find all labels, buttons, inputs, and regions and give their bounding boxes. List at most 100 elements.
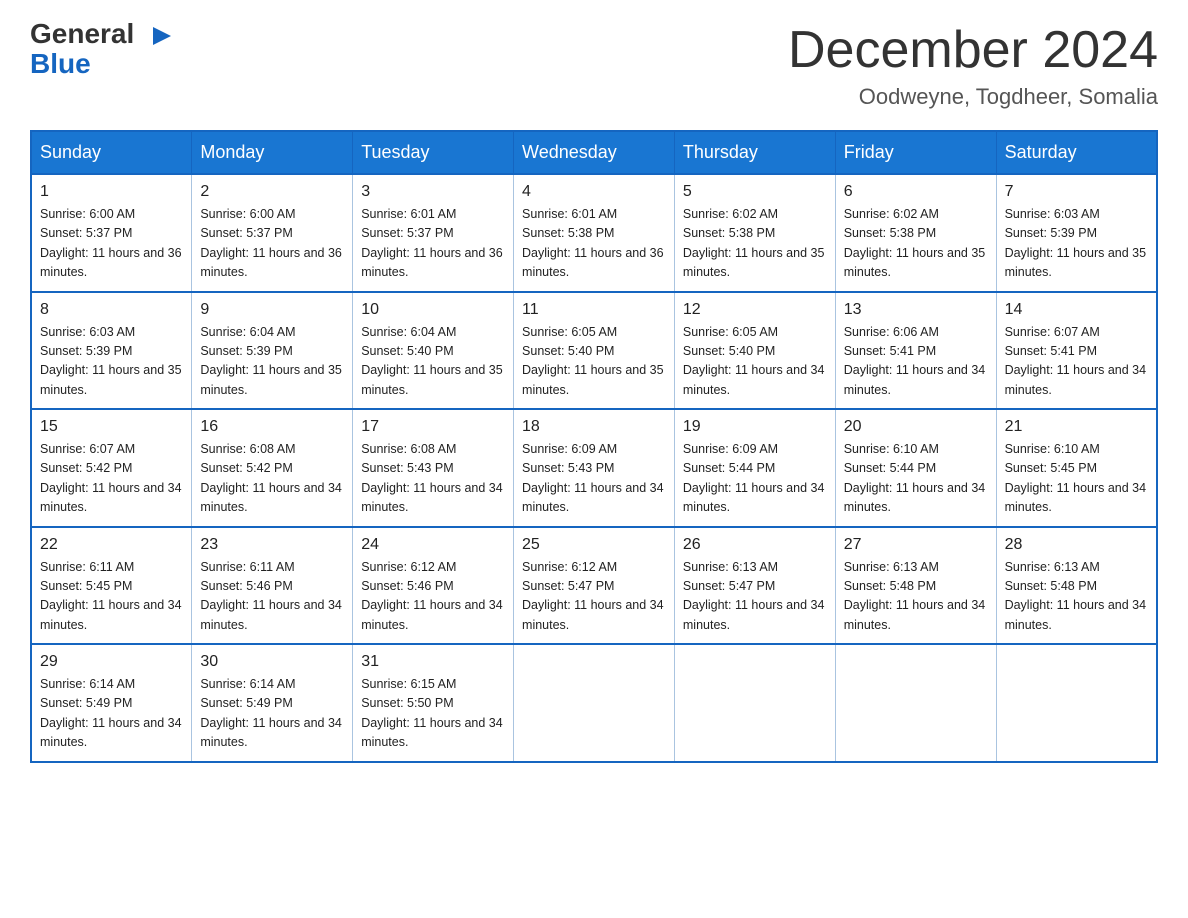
calendar-cell: 11 Sunrise: 6:05 AMSunset: 5:40 PMDayligh… [514,292,675,410]
weekday-header-row: SundayMondayTuesdayWednesdayThursdayFrid… [31,131,1157,174]
day-number: 15 [40,418,183,436]
calendar-cell: 14 Sunrise: 6:07 AMSunset: 5:41 PMDayligh… [996,292,1157,410]
day-number: 24 [361,536,505,554]
calendar-cell: 13Sunrise: 6:06 AMSunset: 5:41 PMDayligh… [835,292,996,410]
calendar-cell: 28 Sunrise: 6:13 AMSunset: 5:48 PMDayligh… [996,527,1157,645]
calendar-header: SundayMondayTuesdayWednesdayThursdayFrid… [31,131,1157,174]
day-info: Sunrise: 6:08 AMSunset: 5:42 PMDaylight:… [200,440,344,518]
day-info: Sunrise: 6:04 AMSunset: 5:40 PMDaylight:… [361,323,505,401]
day-info: Sunrise: 6:07 AMSunset: 5:41 PMDaylight:… [1005,323,1148,401]
title-block: December 2024 Oodweyne, Togdheer, Somali… [788,20,1158,110]
calendar-cell: 5 Sunrise: 6:02 AMSunset: 5:38 PMDaylight… [674,174,835,292]
day-number: 20 [844,418,988,436]
day-info: Sunrise: 6:13 AMSunset: 5:47 PMDaylight:… [683,558,827,636]
day-info: Sunrise: 6:13 AMSunset: 5:48 PMDaylight:… [1005,558,1148,636]
day-number: 6 [844,183,988,201]
calendar-cell: 15 Sunrise: 6:07 AMSunset: 5:42 PMDayligh… [31,409,192,527]
weekday-header-monday: Monday [192,131,353,174]
day-info: Sunrise: 6:02 AMSunset: 5:38 PMDaylight:… [683,205,827,283]
logo-text: General [30,20,171,48]
day-number: 11 [522,301,666,319]
day-number: 29 [40,653,183,671]
calendar-cell: 20Sunrise: 6:10 AMSunset: 5:44 PMDayligh… [835,409,996,527]
day-number: 21 [1005,418,1148,436]
calendar-cell: 27 Sunrise: 6:13 AMSunset: 5:48 PMDayligh… [835,527,996,645]
day-info: Sunrise: 6:05 AMSunset: 5:40 PMDaylight:… [522,323,666,401]
day-number: 28 [1005,536,1148,554]
calendar-cell: 30 Sunrise: 6:14 AMSunset: 5:49 PMDayligh… [192,644,353,762]
day-info: Sunrise: 6:08 AMSunset: 5:43 PMDaylight:… [361,440,505,518]
day-info: Sunrise: 6:06 AMSunset: 5:41 PMDaylight:… [844,323,988,401]
calendar-cell: 17Sunrise: 6:08 AMSunset: 5:43 PMDayligh… [353,409,514,527]
day-info: Sunrise: 6:03 AMSunset: 5:39 PMDaylight:… [1005,205,1148,283]
day-number: 27 [844,536,988,554]
day-info: Sunrise: 6:11 AMSunset: 5:46 PMDaylight:… [200,558,344,636]
calendar-body: 1 Sunrise: 6:00 AMSunset: 5:37 PMDaylight… [31,174,1157,762]
calendar-week-4: 22 Sunrise: 6:11 AMSunset: 5:45 PMDayligh… [31,527,1157,645]
calendar-cell: 18Sunrise: 6:09 AMSunset: 5:43 PMDayligh… [514,409,675,527]
day-info: Sunrise: 6:09 AMSunset: 5:43 PMDaylight:… [522,440,666,518]
day-info: Sunrise: 6:11 AMSunset: 5:45 PMDaylight:… [40,558,183,636]
weekday-header-sunday: Sunday [31,131,192,174]
calendar-cell: 10Sunrise: 6:04 AMSunset: 5:40 PMDayligh… [353,292,514,410]
calendar-cell: 1Sunrise: 6:00 AMSunset: 5:37 PMDaylight… [31,174,192,292]
day-info: Sunrise: 6:00 AMSunset: 5:37 PMDaylight:… [200,205,344,283]
calendar-cell: 9 Sunrise: 6:04 AMSunset: 5:39 PMDaylight… [192,292,353,410]
day-info: Sunrise: 6:14 AMSunset: 5:49 PMDaylight:… [200,675,344,753]
day-number: 22 [40,536,183,554]
day-info: Sunrise: 6:07 AMSunset: 5:42 PMDaylight:… [40,440,183,518]
weekday-header-saturday: Saturday [996,131,1157,174]
day-number: 14 [1005,301,1148,319]
logo-general: General [30,18,134,49]
weekday-header-wednesday: Wednesday [514,131,675,174]
day-info: Sunrise: 6:13 AMSunset: 5:48 PMDaylight:… [844,558,988,636]
day-info: Sunrise: 6:04 AMSunset: 5:39 PMDaylight:… [200,323,344,401]
calendar-cell: 31 Sunrise: 6:15 AMSunset: 5:50 PMDayligh… [353,644,514,762]
day-number: 1 [40,183,183,201]
calendar-cell: 2Sunrise: 6:00 AMSunset: 5:37 PMDaylight… [192,174,353,292]
weekday-header-thursday: Thursday [674,131,835,174]
month-title: December 2024 [788,20,1158,80]
logo-blue: Blue [30,48,91,80]
calendar-cell: 3Sunrise: 6:01 AMSunset: 5:37 PMDaylight… [353,174,514,292]
day-number: 26 [683,536,827,554]
calendar-cell [835,644,996,762]
day-number: 7 [1005,183,1148,201]
day-number: 3 [361,183,505,201]
calendar-cell [674,644,835,762]
weekday-header-tuesday: Tuesday [353,131,514,174]
calendar-cell: 16Sunrise: 6:08 AMSunset: 5:42 PMDayligh… [192,409,353,527]
day-number: 8 [40,301,183,319]
day-number: 30 [200,653,344,671]
day-info: Sunrise: 6:09 AMSunset: 5:44 PMDaylight:… [683,440,827,518]
calendar-cell: 7 Sunrise: 6:03 AMSunset: 5:39 PMDaylight… [996,174,1157,292]
weekday-header-friday: Friday [835,131,996,174]
calendar-cell: 29 Sunrise: 6:14 AMSunset: 5:49 PMDayligh… [31,644,192,762]
day-number: 9 [200,301,344,319]
day-number: 31 [361,653,505,671]
location-title: Oodweyne, Togdheer, Somalia [788,84,1158,110]
calendar-table: SundayMondayTuesdayWednesdayThursdayFrid… [30,130,1158,763]
calendar-cell: 19Sunrise: 6:09 AMSunset: 5:44 PMDayligh… [674,409,835,527]
day-number: 12 [683,301,827,319]
day-info: Sunrise: 6:03 AMSunset: 5:39 PMDaylight:… [40,323,183,401]
calendar-week-3: 15 Sunrise: 6:07 AMSunset: 5:42 PMDayligh… [31,409,1157,527]
calendar-cell: 22 Sunrise: 6:11 AMSunset: 5:45 PMDayligh… [31,527,192,645]
calendar-cell: 4 Sunrise: 6:01 AMSunset: 5:38 PMDaylight… [514,174,675,292]
day-number: 25 [522,536,666,554]
day-info: Sunrise: 6:15 AMSunset: 5:50 PMDaylight:… [361,675,505,753]
calendar-cell: 26 Sunrise: 6:13 AMSunset: 5:47 PMDayligh… [674,527,835,645]
calendar-cell: 8 Sunrise: 6:03 AMSunset: 5:39 PMDaylight… [31,292,192,410]
day-number: 4 [522,183,666,201]
day-info: Sunrise: 6:14 AMSunset: 5:49 PMDaylight:… [40,675,183,753]
logo: General Blue [30,20,171,80]
calendar-week-2: 8 Sunrise: 6:03 AMSunset: 5:39 PMDaylight… [31,292,1157,410]
page-header: General Blue December 2024 Oodweyne, Tog… [30,20,1158,110]
day-info: Sunrise: 6:01 AMSunset: 5:38 PMDaylight:… [522,205,666,283]
day-number: 5 [683,183,827,201]
day-info: Sunrise: 6:12 AMSunset: 5:46 PMDaylight:… [361,558,505,636]
calendar-cell: 21Sunrise: 6:10 AMSunset: 5:45 PMDayligh… [996,409,1157,527]
calendar-week-1: 1 Sunrise: 6:00 AMSunset: 5:37 PMDaylight… [31,174,1157,292]
logo-triangle-icon [153,27,171,45]
calendar-cell: 12Sunrise: 6:05 AMSunset: 5:40 PMDayligh… [674,292,835,410]
